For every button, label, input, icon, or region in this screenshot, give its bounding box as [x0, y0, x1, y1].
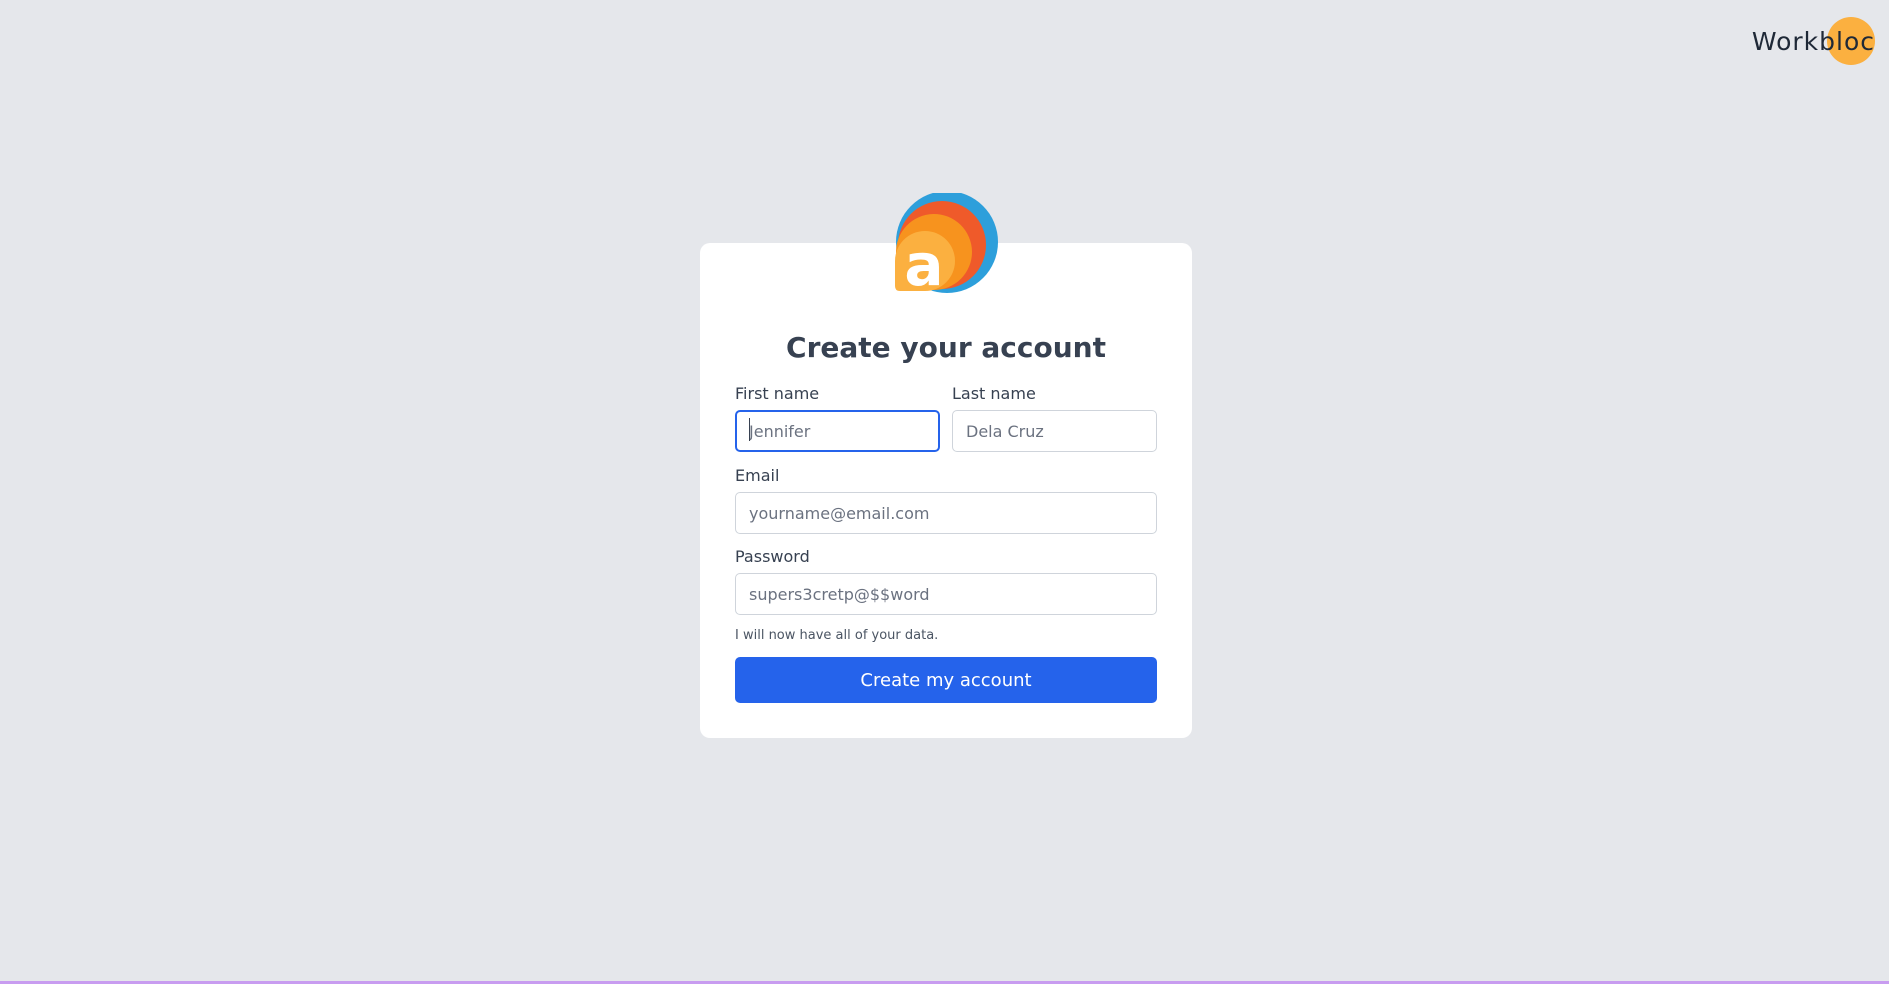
email-input[interactable] — [735, 492, 1157, 534]
brand-logo: Workbloc — [1751, 17, 1875, 65]
password-label: Password — [735, 547, 810, 566]
app-logo-graphic: a — [895, 191, 998, 299]
password-input[interactable] — [735, 573, 1157, 615]
brand-name: Workbloc — [1751, 27, 1875, 56]
app-logo-icon: a — [893, 191, 999, 299]
first-name-label: First name — [735, 384, 820, 403]
create-account-button[interactable]: Create my account — [735, 657, 1157, 703]
email-label: Email — [735, 466, 780, 485]
signup-card: Create your account First name Last name… — [700, 243, 1192, 738]
first-name-input[interactable] — [735, 410, 940, 452]
page-title: Create your account — [786, 331, 1106, 364]
app-logo-letter: a — [904, 231, 943, 293]
last-name-label: Last name — [952, 384, 1036, 403]
data-notice: I will now have all of your data. — [735, 628, 939, 643]
last-name-input[interactable] — [952, 410, 1157, 452]
text-caret — [749, 418, 750, 441]
